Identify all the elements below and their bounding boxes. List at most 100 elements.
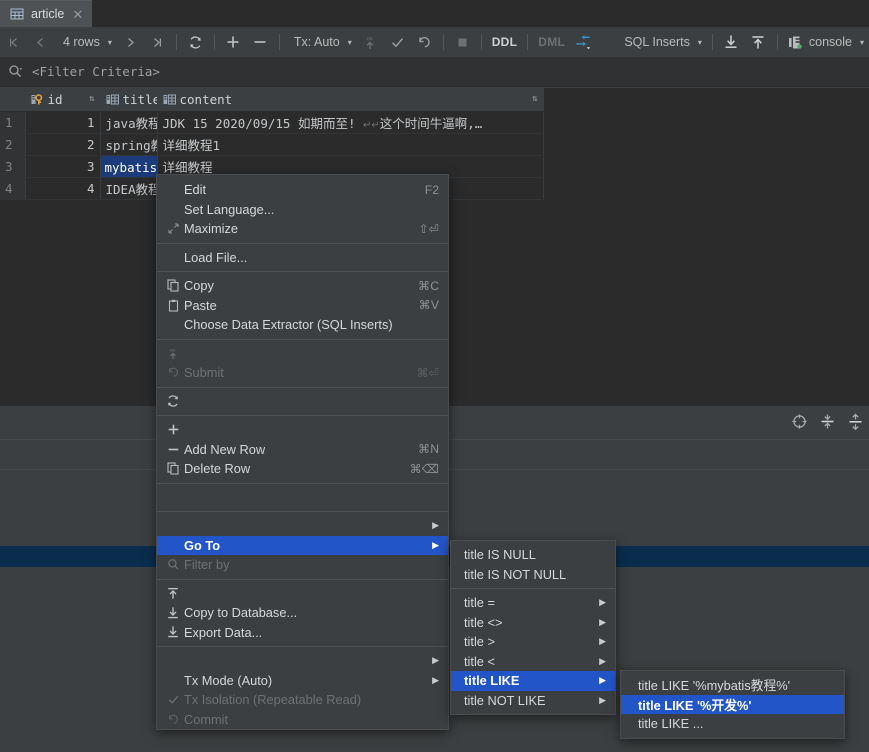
- sort-indicator-icon[interactable]: ⇅: [89, 95, 94, 104]
- tab-article[interactable]: article ✕: [0, 0, 92, 27]
- menu-item-reload-page[interactable]: [157, 392, 448, 412]
- cell-id[interactable]: 1: [25, 111, 100, 133]
- cell-content[interactable]: 详细教程1: [157, 133, 543, 155]
- divider: [279, 34, 280, 50]
- pane-toolbar: [790, 412, 865, 431]
- row-number[interactable]: 1: [0, 111, 25, 133]
- menu-item-set-language[interactable]: Set Language...: [157, 200, 448, 220]
- menu-item-shortcut: ⌘C: [408, 279, 439, 293]
- last-page-button[interactable]: [144, 27, 171, 57]
- menu-item-choose-data-extractor[interactable]: Choose Data Extractor (SQL Inserts): [157, 315, 448, 335]
- menu-item-tx-mode[interactable]: ▶: [157, 651, 448, 671]
- filter-criteria-input[interactable]: <Filter Criteria>: [32, 64, 160, 79]
- close-icon[interactable]: ✕: [70, 8, 85, 21]
- prev-page-icon: [32, 34, 49, 51]
- column-header-rownum[interactable]: [0, 88, 25, 111]
- submenu-arrow-icon: ▶: [589, 656, 606, 667]
- last-page-icon: [149, 34, 166, 51]
- newline-marker-icon: ↵↵: [363, 120, 380, 131]
- menu-item-quick-documentation[interactable]: [157, 488, 448, 508]
- extractor-format-dropdown[interactable]: SQL Inserts ▾: [615, 27, 707, 57]
- cell-content[interactable]: JDK 15 2020/09/15 如期而至! ↵↵这个时间牛逼啊,…: [157, 111, 543, 133]
- menu-item-export-data[interactable]: Copy to Database...: [157, 603, 448, 623]
- rows-count-dropdown[interactable]: 4 rows ▾: [54, 27, 117, 57]
- cell-title[interactable]: java教程: [100, 111, 157, 133]
- table-row[interactable]: 2 2 spring教程 详细教程1: [0, 133, 543, 155]
- cell-title-selected[interactable]: mybatis教程: [100, 155, 157, 177]
- menu-item-load-file[interactable]: Load File...: [157, 248, 448, 268]
- table-row[interactable]: 1 1 java教程 JDK 15 2020/09/15 如期而至! ↵↵这个时…: [0, 111, 543, 133]
- prev-page-button[interactable]: [27, 27, 54, 57]
- menu-item-maximize[interactable]: Maximize ⇧⏎: [157, 219, 448, 239]
- cell-title[interactable]: IDEA教程: [100, 177, 157, 199]
- search-icon[interactable]: [7, 63, 24, 80]
- sort-indicator-icon[interactable]: ⇅: [532, 95, 537, 104]
- menu-item-label: Commit: [184, 712, 228, 727]
- svg-text:DB: DB: [170, 348, 176, 353]
- submenu-item-title-like[interactable]: title LIKE ▶: [451, 671, 615, 691]
- expand-vertical-icon[interactable]: [846, 412, 865, 431]
- menu-item-full-text-search: Filter by: [157, 555, 448, 575]
- menu-separator: [157, 579, 448, 580]
- menu-item-filter-by[interactable]: Go To ▶: [157, 536, 448, 556]
- menu-item-add-new-row[interactable]: [157, 420, 448, 440]
- divider: [777, 34, 778, 50]
- console-dropdown[interactable]: console ▾: [783, 27, 869, 57]
- tx-mode-dropdown[interactable]: Tx: Auto ▾: [285, 27, 357, 57]
- console-label: console: [805, 35, 856, 49]
- row-number[interactable]: 2: [0, 133, 25, 155]
- delete-row-button[interactable]: [247, 27, 274, 57]
- column-header-title[interactable]: title ⇅: [100, 88, 157, 111]
- db-submit-icon: DB: [362, 34, 379, 51]
- import-button[interactable]: [718, 27, 745, 57]
- submenu-item-title-lt[interactable]: title < ▶: [451, 652, 615, 672]
- cell-id[interactable]: 4: [25, 177, 100, 199]
- menu-item-go-to[interactable]: ▶: [157, 516, 448, 536]
- submenu-arrow-icon: ▶: [422, 520, 439, 531]
- first-page-button[interactable]: [0, 27, 27, 57]
- rollback-button[interactable]: [411, 27, 438, 57]
- target-icon[interactable]: [790, 412, 809, 431]
- next-page-button[interactable]: [117, 27, 144, 57]
- column-header-id[interactable]: id ⇅: [25, 88, 100, 111]
- add-row-button[interactable]: [220, 27, 247, 57]
- menu-item-label: Go To: [184, 538, 220, 553]
- download-icon: [164, 605, 182, 620]
- submit-button[interactable]: DB: [357, 27, 384, 57]
- checkmark-icon: [389, 34, 406, 51]
- row-number[interactable]: 3: [0, 155, 25, 177]
- menu-item-delete-row[interactable]: Add New Row ⌘N: [157, 440, 448, 460]
- menu-item-label: title LIKE: [464, 673, 519, 688]
- submenu-item-like-kaifa[interactable]: title LIKE '%开发%': [621, 695, 844, 715]
- menu-item-export-to-clipboard[interactable]: Export Data...: [157, 623, 448, 643]
- submenu-item-title-gt[interactable]: title > ▶: [451, 632, 615, 652]
- submenu-item-title-eq[interactable]: title = ▶: [451, 593, 615, 613]
- column-header-content[interactable]: content ⇅: [157, 88, 543, 111]
- submenu-item-title-is-not-null[interactable]: title IS NOT NULL: [451, 565, 615, 585]
- cell-title[interactable]: spring教程: [100, 133, 157, 155]
- stop-button[interactable]: [449, 27, 476, 57]
- submenu-item-like-custom[interactable]: title LIKE ...: [621, 714, 844, 734]
- reload-button[interactable]: [182, 27, 209, 57]
- submenu-item-title-is-null[interactable]: title IS NULL: [451, 545, 615, 565]
- menu-item-copy-to-database[interactable]: [157, 584, 448, 604]
- submenu-item-title-neq[interactable]: title <> ▶: [451, 613, 615, 633]
- data-extractor-button[interactable]: [570, 27, 597, 57]
- export-button[interactable]: [745, 27, 772, 57]
- dml-button[interactable]: DML: [533, 27, 570, 57]
- collapse-vertical-icon[interactable]: [818, 412, 837, 431]
- submenu-item-title-not-like[interactable]: title NOT LIKE ▶: [451, 691, 615, 711]
- menu-item-copy[interactable]: Copy ⌘C: [157, 276, 448, 296]
- menu-item-clone-row[interactable]: Delete Row ⌘⌫: [157, 459, 448, 479]
- row-number[interactable]: 4: [0, 177, 25, 199]
- menu-item-tx-isolation[interactable]: Tx Mode (Auto) ▶: [157, 671, 448, 691]
- menu-item-edit[interactable]: Edit F2: [157, 180, 448, 200]
- cell-id[interactable]: 2: [25, 133, 100, 155]
- submenu-item-like-mybatis[interactable]: title LIKE '%mybatis教程%': [621, 675, 844, 695]
- menu-separator: [157, 387, 448, 388]
- commit-button[interactable]: [384, 27, 411, 57]
- menu-item-paste[interactable]: Paste ⌘V: [157, 296, 448, 316]
- ddl-button[interactable]: DDL: [487, 27, 523, 57]
- extractor-format-label: SQL Inserts: [620, 35, 694, 49]
- cell-id[interactable]: 3: [25, 155, 100, 177]
